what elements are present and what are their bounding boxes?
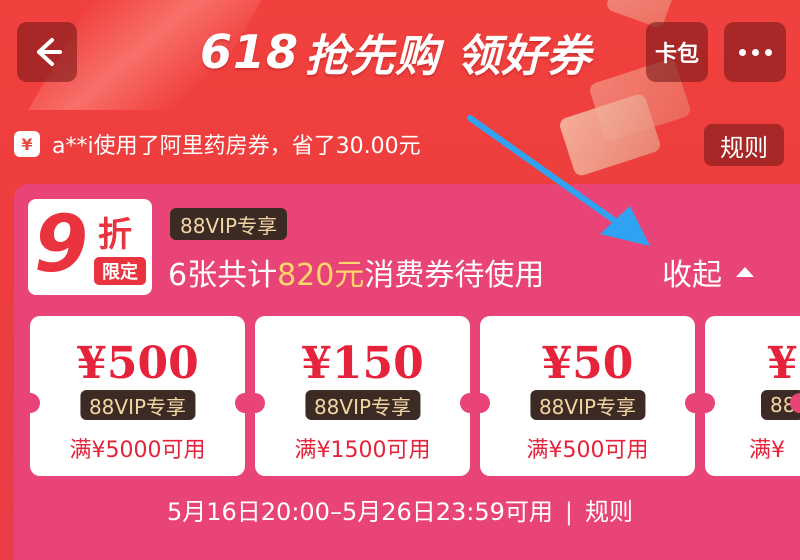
validity-rules-link[interactable]: 规则: [585, 498, 633, 526]
validity-info: 5月16日20:00–5月26日23:59可用 | 规则: [0, 492, 800, 527]
coupon-card[interactable]: ¥150 88VIP专享 满¥1500可用: [255, 316, 470, 476]
coupon-amount: ¥500: [76, 338, 199, 389]
coupon-card-partial[interactable]: ¥ 88 满¥: [705, 316, 800, 476]
collapse-toggle[interactable]: 收起: [662, 250, 754, 294]
arrow-left-icon: [37, 38, 62, 66]
vip-exclusive-tag: 88VIP专享: [170, 208, 288, 240]
coupon-amount: ¥50: [541, 338, 634, 389]
coupon-vip-tag: 88VIP专享: [304, 390, 421, 420]
coupon-condition: 满¥5000可用: [69, 438, 206, 463]
page-title-text: 抢先购 领好券: [305, 31, 592, 82]
validity-separator: |: [564, 498, 574, 526]
limited-label: 限定: [94, 257, 146, 285]
summary-prefix: 6张共计: [168, 258, 278, 293]
card-wallet-button[interactable]: 卡包: [646, 22, 708, 82]
validity-range: 5月16日20:00–5月26日23:59可用: [166, 498, 553, 526]
coupon-condition: 满¥: [749, 438, 785, 463]
usage-notice-text: a**i使用了阿里药房券，省了30.00元: [52, 134, 421, 159]
coupon-summary: 6张共计820元消费券待使用: [168, 250, 544, 294]
coupon-amount: ¥150: [301, 338, 424, 389]
rules-button[interactable]: 规则: [704, 124, 784, 166]
summary-amount: 820元: [277, 258, 365, 293]
more-dot-icon: [764, 48, 772, 56]
more-dot-icon: [751, 48, 759, 56]
more-dot-icon: [738, 48, 746, 56]
discount-number: 9: [34, 200, 89, 290]
usage-notice: ¥ a**i使用了阿里药房券，省了30.00元: [14, 126, 421, 162]
coupon-amount: ¥: [767, 338, 798, 389]
back-button[interactable]: [17, 22, 77, 82]
coupon-condition: 满¥500可用: [526, 438, 649, 463]
caret-up-icon: [736, 267, 754, 277]
page-title-number: 618: [200, 25, 300, 79]
coupon-vip-tag: 88VIP专享: [79, 390, 196, 420]
coupon-vip-tag: 88: [761, 390, 800, 420]
coupon-card[interactable]: ¥500 88VIP专享 满¥5000可用: [30, 316, 245, 476]
collapse-label: 收起: [662, 258, 722, 293]
yen-icon: ¥: [14, 131, 40, 157]
coupon-vip-tag: 88VIP专享: [529, 390, 646, 420]
page-title: 618 抢先购 领好券: [200, 22, 620, 82]
coupon-condition: 满¥1500可用: [294, 438, 431, 463]
summary-suffix: 消费券待使用: [364, 258, 545, 293]
more-options-button[interactable]: [724, 22, 786, 82]
background-coupon-decoration: [557, 92, 663, 178]
discount-badge: 9 折 限定: [28, 199, 152, 295]
discount-unit: 折: [98, 215, 132, 255]
coupon-card[interactable]: ¥50 88VIP专享 满¥500可用: [480, 316, 695, 476]
